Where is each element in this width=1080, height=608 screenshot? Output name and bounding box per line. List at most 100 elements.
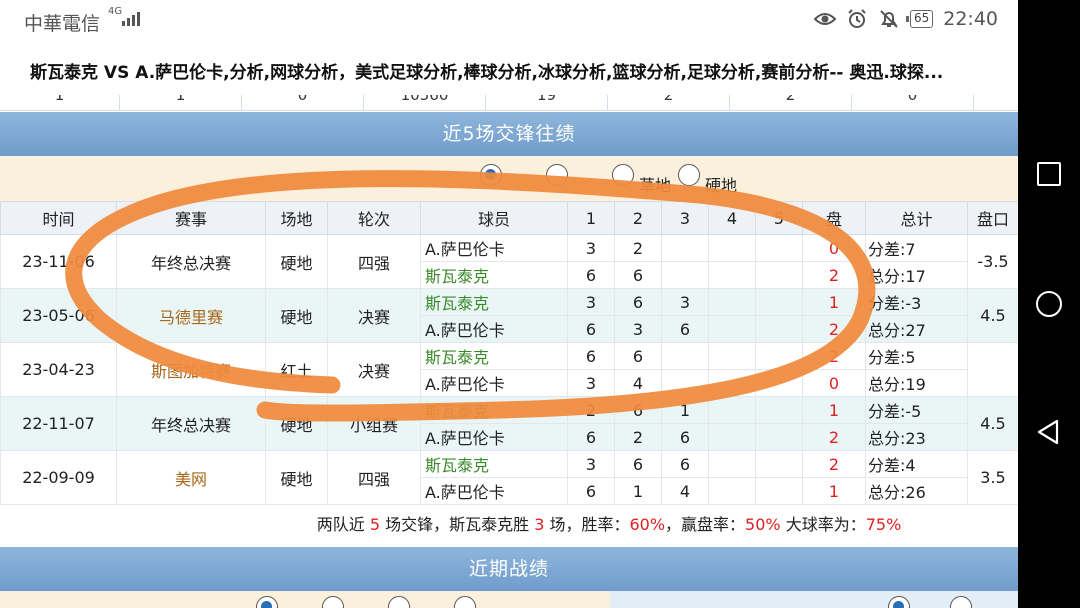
recent-radio[interactable] — [256, 596, 278, 608]
total-stat: 总分:23 — [865, 423, 968, 451]
match-event[interactable]: 斯图加特赛 — [116, 342, 266, 397]
set-score: 6 — [614, 450, 662, 478]
set-score: 6 — [567, 315, 615, 343]
eye-icon — [813, 8, 836, 30]
match-round: 决赛 — [327, 342, 421, 397]
table-row: 22-09-09 美网 硬地 四强 斯瓦泰克 3 6 6 2 分差:4 3.5 — [0, 450, 1018, 505]
total-stat: 分差:5 — [865, 342, 968, 370]
column-header: 4 — [708, 201, 756, 235]
summary-text: 场交锋，斯瓦泰克胜 — [380, 515, 535, 534]
match-date: 22-09-09 — [0, 450, 117, 505]
total-stat: 分差:4 — [865, 450, 968, 478]
match-surface: 硬地 — [265, 288, 328, 343]
total-stat: 总分:19 — [865, 369, 968, 397]
set-score: 1 — [614, 477, 662, 505]
match-event[interactable]: 年终总决赛 — [116, 234, 266, 289]
set-score — [708, 315, 756, 343]
recent-radio[interactable] — [888, 596, 910, 608]
navigation-bar — [1018, 0, 1080, 608]
total-stat: 分差:-3 — [865, 288, 968, 316]
set-score: 3 — [614, 315, 662, 343]
column-header: 盘 — [802, 201, 866, 235]
total-stat: 总分:26 — [865, 477, 968, 505]
network-type-label: 4G — [108, 6, 123, 17]
match-round: 决赛 — [327, 288, 421, 343]
match-event[interactable]: 马德里赛 — [116, 288, 266, 343]
set-score: 6 — [567, 342, 615, 370]
filter-radio-clay[interactable] — [546, 164, 568, 186]
player-name[interactable]: A.萨巴伦卡 — [420, 369, 568, 397]
summary-text: 两队近 — [316, 515, 370, 534]
prev-cell: 0 — [242, 95, 364, 110]
sets-won: 2 — [802, 315, 866, 343]
filter-radio-grass[interactable] — [612, 164, 634, 186]
filter-radio-all[interactable] — [480, 164, 502, 186]
recent-apps-icon[interactable] — [1037, 162, 1061, 186]
previous-table-row: 1 1 0 10560 19 2 2 0 — [0, 95, 1018, 111]
set-score: 6 — [614, 288, 662, 316]
summary-count: 5 — [369, 515, 380, 534]
carrier-label: 中華電信 — [24, 13, 101, 35]
set-score — [708, 450, 756, 478]
table-row: 23-04-23 斯图加特赛 红土 决赛 斯瓦泰克 6 6 2 分差:5 — [0, 342, 1018, 397]
recent-filter-strip — [0, 591, 1018, 608]
recent-radio[interactable] — [454, 596, 476, 608]
player-name[interactable]: A.萨巴伦卡 — [420, 234, 568, 262]
handicap-line: 4.5 — [967, 288, 1018, 343]
set-score — [708, 342, 756, 370]
set-score — [661, 369, 709, 397]
set-score — [755, 261, 803, 289]
player-name[interactable]: 斯瓦泰克 — [420, 396, 568, 424]
set-score: 2 — [614, 234, 662, 262]
set-score — [708, 288, 756, 316]
sets-won: 2 — [802, 261, 866, 289]
back-icon[interactable] — [1034, 418, 1062, 450]
sets-won: 0 — [802, 234, 866, 262]
set-score: 3 — [567, 234, 615, 262]
player-name[interactable]: A.萨巴伦卡 — [420, 315, 568, 343]
summary-text: 大球率为： — [780, 515, 866, 534]
summary-handicap-rate: 50% — [745, 515, 781, 534]
alarm-icon — [846, 8, 868, 30]
player-name[interactable]: 斯瓦泰克 — [420, 342, 568, 370]
filter-radio-hard[interactable] — [678, 164, 700, 186]
set-score — [708, 261, 756, 289]
recent-radio[interactable] — [950, 596, 972, 608]
player-name[interactable]: A.萨巴伦卡 — [420, 477, 568, 505]
column-header: 5 — [755, 201, 803, 235]
set-score — [755, 234, 803, 262]
set-score: 6 — [614, 396, 662, 424]
set-score: 3 — [567, 288, 615, 316]
set-score: 6 — [567, 423, 615, 451]
web-content[interactable]: 1 1 0 10560 19 2 2 0 近5场交锋往绩 草地 硬地 时间 赛事… — [0, 95, 1018, 608]
player-name[interactable]: 斯瓦泰克 — [420, 261, 568, 289]
home-icon[interactable] — [1036, 291, 1062, 317]
prev-cell: 2 — [730, 95, 852, 110]
set-score — [708, 477, 756, 505]
set-score — [755, 396, 803, 424]
summary-over-rate: 75% — [865, 515, 902, 534]
set-score: 4 — [614, 369, 662, 397]
sets-won: 0 — [802, 369, 866, 397]
player-name[interactable]: 斯瓦泰克 — [420, 450, 568, 478]
player-name[interactable]: 斯瓦泰克 — [420, 288, 568, 316]
set-score: 3 — [661, 288, 709, 316]
match-date: 23-05-06 — [0, 288, 117, 343]
prev-cell: 1 — [120, 95, 242, 110]
sets-won: 1 — [802, 288, 866, 316]
player-name[interactable]: A.萨巴伦卡 — [420, 423, 568, 451]
recent-radio[interactable] — [322, 596, 344, 608]
signal-icon — [122, 12, 140, 26]
surface-filter — [0, 156, 1018, 201]
match-event[interactable]: 年终总决赛 — [116, 396, 266, 451]
match-event[interactable]: 美网 — [116, 450, 266, 505]
filter-label-hard: 硬地 — [705, 176, 738, 195]
set-score: 6 — [567, 477, 615, 505]
total-stat: 总分:17 — [865, 261, 968, 289]
summary-text: 场，胜率： — [544, 515, 630, 534]
match-date: 23-04-23 — [0, 342, 117, 397]
prev-cell: 0 — [852, 95, 974, 110]
recent-radio[interactable] — [388, 596, 410, 608]
match-surface: 硬地 — [265, 234, 328, 289]
set-score: 3 — [567, 450, 615, 478]
